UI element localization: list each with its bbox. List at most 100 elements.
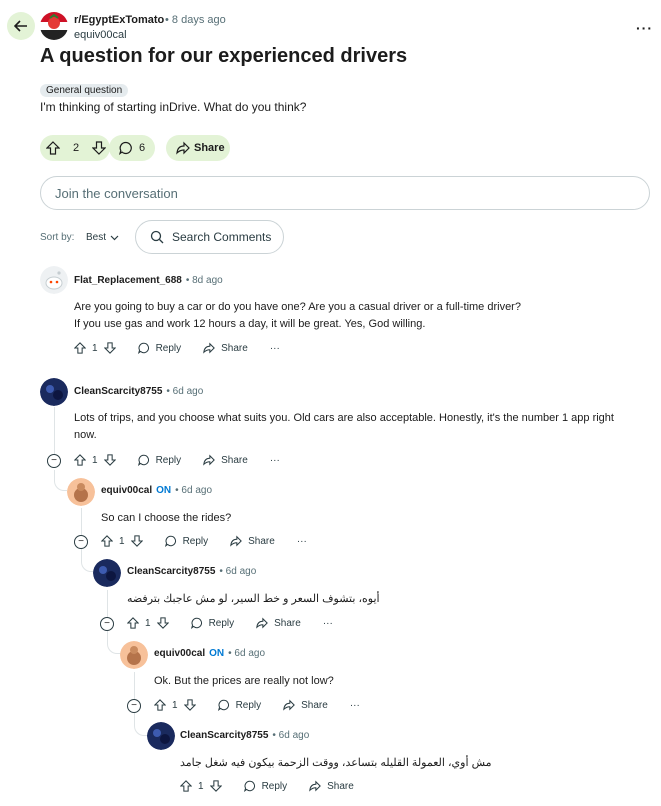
reply-button[interactable]: Reply: [164, 535, 208, 547]
comment-vote-count: 1: [119, 535, 125, 547]
collapse-thread-button[interactable]: −: [100, 617, 114, 631]
avatar[interactable]: [120, 641, 148, 669]
share-button[interactable]: Share: [230, 535, 275, 547]
comment-vote-count: 1: [92, 342, 98, 354]
downvote-icon[interactable]: [103, 454, 116, 466]
back-button[interactable]: [7, 12, 35, 40]
upvote-icon[interactable]: [101, 535, 113, 547]
reply-button[interactable]: Reply: [190, 617, 234, 629]
share-button[interactable]: Share: [203, 342, 248, 354]
comment-actions: 1 Reply Share ···: [74, 454, 280, 466]
comment-text: Are you going to buy a car or do you hav…: [74, 301, 521, 313]
comment-icon: [217, 699, 229, 711]
share-button[interactable]: Share: [203, 454, 248, 466]
share-icon: [176, 141, 190, 155]
comment-count: 6: [139, 142, 146, 154]
search-comments[interactable]: Search Comments: [135, 220, 284, 254]
comment-icon: [119, 141, 132, 155]
avatar[interactable]: [147, 722, 175, 750]
comment-time: • 6d ago: [219, 566, 257, 577]
reply-button[interactable]: Reply: [137, 342, 181, 354]
post-author[interactable]: equiv00cal: [74, 29, 127, 41]
more-options-icon[interactable]: ···: [270, 455, 280, 466]
comments-button[interactable]: 6: [109, 135, 155, 161]
comment-username[interactable]: equiv00cal: [101, 485, 152, 496]
comment-username[interactable]: CleanScarcity8755: [180, 730, 268, 741]
comment-text: Lots of trips, and you choose what suits…: [74, 412, 614, 424]
comment-time: • 6d ago: [228, 648, 266, 659]
downvote-icon[interactable]: [130, 535, 143, 547]
share-button[interactable]: Share: [166, 135, 230, 161]
thread-connector: [54, 470, 67, 491]
comment-vote-count: 1: [92, 454, 98, 466]
thread-line: [54, 407, 55, 459]
sort-dropdown[interactable]: Best: [86, 232, 119, 243]
avatar[interactable]: [40, 378, 68, 406]
more-options-icon[interactable]: ···: [350, 700, 360, 711]
comment-text: So can I choose the rides?: [101, 512, 232, 524]
share-button[interactable]: Share: [309, 780, 354, 792]
avatar[interactable]: [40, 266, 68, 294]
comment-composer[interactable]: Join the conversation: [40, 176, 650, 210]
comment-username[interactable]: CleanScarcity8755: [127, 566, 215, 577]
collapse-thread-button[interactable]: −: [127, 699, 141, 713]
comment-icon: [137, 454, 149, 466]
more-options-icon[interactable]: ···: [270, 343, 280, 354]
comment-header: CleanScarcity8755 • 6d ago: [74, 386, 203, 397]
downvote-icon[interactable]: [156, 617, 169, 629]
comment-header: equiv00cal ON • 6d ago: [154, 648, 265, 659]
upvote-icon[interactable]: [74, 342, 86, 354]
downvote-icon[interactable]: [103, 342, 116, 354]
more-options-icon[interactable]: ···: [323, 618, 333, 629]
share-icon: [283, 699, 296, 711]
share-button[interactable]: Share: [256, 617, 301, 629]
upvote-icon[interactable]: [154, 699, 166, 711]
subreddit-name[interactable]: r/EgyptExTomato: [74, 14, 164, 26]
comment-username[interactable]: Flat_Replacement_688: [74, 275, 182, 286]
chevron-down-icon: [110, 235, 119, 241]
comment-actions: 1 Reply Share ···: [154, 699, 360, 711]
comment-username[interactable]: CleanScarcity8755: [74, 386, 162, 397]
upvote-icon[interactable]: [180, 780, 192, 792]
more-options-icon[interactable]: ···: [297, 536, 307, 547]
upvote-icon[interactable]: [74, 454, 86, 466]
share-icon: [256, 617, 269, 629]
downvote-icon[interactable]: [183, 699, 196, 711]
search-placeholder: Search Comments: [172, 230, 272, 244]
collapse-thread-button[interactable]: −: [47, 454, 61, 468]
share-label: Share: [194, 142, 225, 154]
downvote-icon[interactable]: [209, 780, 222, 792]
comment-header: CleanScarcity8755 • 6d ago: [127, 566, 256, 577]
post-body: I'm thinking of starting inDrive. What d…: [40, 100, 307, 114]
thread-connector: [81, 549, 94, 572]
reply-button[interactable]: Reply: [217, 699, 261, 711]
avatar[interactable]: [93, 559, 121, 587]
comment-time: • 6d ago: [272, 730, 310, 741]
op-badge: ON: [156, 485, 172, 496]
comment-icon: [137, 342, 149, 354]
composer-placeholder: Join the conversation: [55, 185, 178, 201]
comment-time: • 6d ago: [166, 386, 204, 397]
avatar[interactable]: [67, 478, 95, 506]
comment-text: أيوه، بتشوف السعر و خط السير، لو مش عاجب…: [127, 593, 380, 605]
upvote-icon[interactable]: [127, 617, 139, 629]
comment-icon: [243, 780, 255, 792]
share-button[interactable]: Share: [283, 699, 328, 711]
comment-actions: 1 Reply Share: [180, 780, 354, 792]
post-vote-count: 2: [72, 142, 80, 154]
comment-header: Flat_Replacement_688 • 8d ago: [74, 275, 223, 286]
post-vote-bar: 2: [40, 135, 110, 161]
comment-text: now.: [74, 429, 97, 441]
comment-username[interactable]: equiv00cal: [154, 648, 205, 659]
comment-header: equiv00cal ON • 6d ago: [101, 485, 212, 496]
op-badge: ON: [209, 648, 225, 659]
post-flair[interactable]: General question: [40, 84, 129, 97]
reply-button[interactable]: Reply: [137, 454, 181, 466]
more-options-icon[interactable]: ···: [636, 20, 653, 36]
upvote-icon[interactable]: [46, 141, 60, 155]
reply-button[interactable]: Reply: [243, 780, 287, 792]
downvote-icon[interactable]: [92, 141, 106, 155]
collapse-thread-button[interactable]: −: [74, 535, 88, 549]
post-title: A question for our experienced drivers: [40, 45, 408, 67]
subreddit-avatar[interactable]: [40, 12, 68, 40]
